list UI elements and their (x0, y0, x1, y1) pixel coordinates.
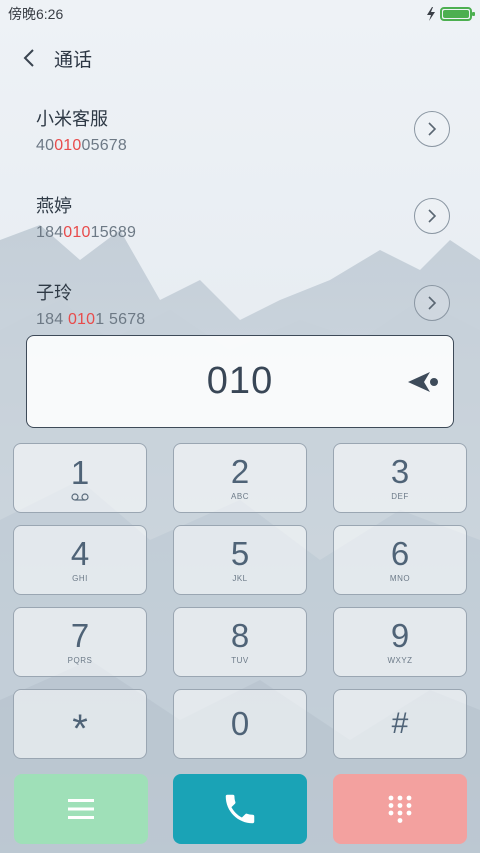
key-digit: 5 (230, 535, 250, 572)
key-4[interactable]: 4 GHI (13, 525, 147, 595)
dialpad-icon (388, 795, 412, 823)
status-bar: 傍晚6:26 (0, 0, 480, 28)
lightning-icon (427, 7, 435, 21)
key-digit: * (72, 707, 88, 751)
key-letters: WXYZ (387, 656, 413, 665)
key-2[interactable]: 2 ABC (173, 443, 307, 513)
contact-number: 18401015689 (36, 224, 480, 242)
battery-icon (440, 7, 475, 21)
page-title: 通话 (54, 49, 93, 71)
menu-icon (68, 799, 94, 819)
number-suffix: 15689 (90, 224, 137, 241)
key-7[interactable]: 7 PQRS (13, 607, 147, 677)
call-button[interactable] (173, 774, 307, 844)
key-digit: # (391, 707, 409, 740)
voicemail-icon (71, 493, 89, 501)
dialed-number: 010 (206, 360, 274, 402)
key-star[interactable]: * (13, 689, 147, 759)
key-9[interactable]: 9 WXYZ (333, 607, 467, 677)
contact-detail-button[interactable] (414, 285, 450, 321)
key-digit: 0 (230, 705, 250, 742)
number-match: 010 (63, 224, 91, 241)
key-8[interactable]: 8 TUV (173, 607, 307, 677)
key-digit: 8 (230, 617, 250, 654)
chevron-right-icon (428, 209, 437, 223)
battery-level-fill (443, 10, 469, 18)
contact-detail-button[interactable] (414, 111, 450, 147)
contact-item[interactable]: 燕婷 18401015689 (0, 179, 480, 266)
key-3[interactable]: 3 DEF (333, 443, 467, 513)
number-suffix: 1 5678 (95, 311, 146, 328)
key-5[interactable]: 5 JKL (173, 525, 307, 595)
key-letters: MNO (389, 574, 411, 583)
contact-detail-button[interactable] (414, 198, 450, 234)
contact-number: 184 0101 5678 (36, 311, 480, 329)
menu-button[interactable] (14, 774, 148, 844)
number-prefix: 40 (36, 137, 55, 154)
key-6[interactable]: 6 MNO (333, 525, 467, 595)
contact-number: 4001005678 (36, 137, 480, 155)
dialed-number-display: 010 (26, 335, 454, 428)
contact-item[interactable]: 小米客服 4001005678 (0, 92, 480, 179)
number-match: 010 (54, 137, 82, 154)
chevron-left-icon[interactable] (18, 47, 40, 69)
key-digit: 9 (390, 617, 410, 654)
key-digit: 3 (390, 453, 410, 490)
chevron-right-icon (428, 296, 437, 310)
key-digit: 2 (230, 453, 250, 490)
phone-icon (225, 794, 255, 824)
number-match: 010 (67, 311, 96, 328)
key-letters: DEF (391, 492, 409, 501)
key-letters: JKL (232, 574, 248, 583)
number-prefix: 184 (36, 224, 64, 241)
key-letters: GHI (72, 574, 88, 583)
key-digit: 1 (70, 454, 90, 491)
chevron-right-icon (428, 122, 437, 136)
key-digit: 6 (390, 535, 410, 572)
key-0[interactable]: 0 (173, 689, 307, 759)
key-letters: TUV (231, 656, 249, 665)
number-suffix: 05678 (81, 137, 127, 154)
backspace-icon[interactable] (407, 366, 441, 398)
number-prefix: 184 (36, 311, 68, 328)
header: 通话 (0, 36, 480, 80)
dialpad-toggle-button[interactable] (333, 774, 467, 844)
contact-suggestions: 小米客服 4001005678 燕婷 18401015689 子玲 184 01… (0, 92, 480, 353)
key-letters: ABC (231, 492, 249, 501)
status-time: 傍晚6:26 (8, 6, 64, 22)
key-letters: PQRS (67, 656, 93, 665)
key-digit: 7 (70, 617, 90, 654)
key-digit: 4 (70, 535, 90, 572)
key-1[interactable]: 1 (13, 443, 147, 513)
key-hash[interactable]: # (333, 689, 467, 759)
